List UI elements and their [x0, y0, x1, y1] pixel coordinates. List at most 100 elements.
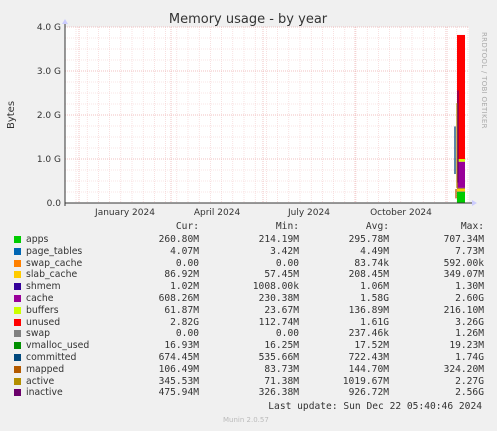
legend-row: inactive 475.94M 326.38M 926.72M 2.56G	[14, 387, 488, 399]
y-axis-label: Bytes	[6, 101, 17, 129]
col-max: Max:	[460, 221, 484, 232]
y-ticks: 0.0 1.0 G 2.0 G 3.0 G 4.0 G	[37, 23, 61, 209]
legend-min: 0.00	[275, 257, 299, 269]
legend-row: swap_cache 0.00 0.00 83.74k 592.00k	[14, 258, 488, 270]
legend-max: 2.60G	[455, 292, 484, 304]
legend-max: 1.30M	[455, 281, 484, 293]
legend-name: slab_cache	[26, 269, 78, 281]
legend-cur: 61.87M	[164, 304, 199, 316]
legend-row: cache 608.26M 230.38M 1.58G 2.60G	[14, 293, 488, 305]
col-cur: Cur:	[175, 221, 199, 232]
legend-max: 324.20M	[443, 363, 484, 375]
legend-swatch	[14, 342, 21, 350]
x-axis-arrow	[472, 200, 477, 206]
legend-name: swap_cache	[26, 257, 83, 269]
x-ticks: January 2024 April 2024 July 2024 October 2…	[94, 208, 432, 218]
legend-max: 707.34M	[443, 234, 484, 245]
legend-name: mapped	[26, 363, 65, 375]
stack-shmem	[457, 187, 465, 189]
legend-cur: 86.92M	[164, 269, 199, 281]
legend-max: 2.27G	[455, 375, 484, 387]
legend-cur: 16.93M	[164, 340, 199, 352]
legend-max: 2.56G	[455, 387, 484, 399]
legend-swatch	[14, 236, 21, 243]
legend-min: 112.74M	[258, 316, 299, 328]
legend-cur: 4.07M	[170, 245, 199, 257]
stack-apps	[457, 191, 465, 203]
legend-cur: 106.49M	[158, 363, 199, 375]
legend-row: unused 2.82G 112.74M 1.61G 3.26G	[14, 317, 488, 329]
legend-name: committed	[26, 351, 77, 363]
legend-cur: 260.80M	[158, 234, 199, 245]
legend-header: Cur: Min: Avg: Max:	[14, 221, 488, 234]
legend-avg: 136.89M	[348, 304, 389, 316]
y-tick-label: 4.0 G	[37, 23, 61, 33]
legend-min: 23.67M	[264, 304, 299, 316]
legend-avg: 83.74k	[354, 257, 389, 269]
stack-slab_cache	[457, 187, 465, 192]
legend-swatch	[14, 271, 21, 279]
legend-name: page_tables	[26, 245, 83, 257]
legend-row: page_tables 4.07M 3.42M 4.49M 7.73M	[14, 246, 488, 258]
legend-name: active	[26, 375, 55, 387]
legend-swatch	[14, 353, 21, 361]
legend-swatch	[14, 389, 21, 397]
stack-page_tables	[457, 191, 465, 193]
legend-cur: 608.26M	[158, 292, 199, 304]
legend-name: buffers	[26, 304, 59, 316]
x-tick-label: July 2024	[287, 208, 330, 218]
x-tick-label: October 2024	[370, 208, 432, 218]
legend-avg: 1.61G	[360, 316, 389, 328]
legend-min: 535.66M	[258, 351, 299, 363]
col-avg: Avg:	[365, 221, 389, 232]
legend-avg: 1.06M	[360, 281, 389, 293]
legend-swatch	[14, 283, 21, 291]
legend-row: vmalloc_used 16.93M 16.25M 17.52M 19.23M	[14, 340, 488, 352]
legend-cur: 0.00	[175, 328, 199, 340]
legend-name: cache	[26, 292, 54, 304]
y-tick-label: 1.0 G	[37, 155, 61, 165]
legend-cur: 345.53M	[158, 375, 199, 387]
legend-swatch	[14, 294, 21, 302]
legend-cur: 0.00	[175, 257, 199, 269]
legend-min: 0.00	[275, 328, 299, 340]
munin-version: Munin 2.0.57	[223, 416, 269, 424]
legend-swatch	[14, 377, 21, 385]
legend-swatch	[14, 306, 21, 314]
legend-row: swap 0.00 0.00 237.46k 1.26M	[14, 328, 488, 340]
legend-swatch	[14, 318, 21, 326]
legend-max: 3.26G	[455, 316, 484, 328]
legend-cur: 475.94M	[158, 387, 199, 399]
legend-max: 7.73M	[455, 245, 484, 257]
legend-min: 230.38M	[258, 292, 299, 304]
legend-cur: 674.45M	[158, 351, 199, 363]
legend-table: Cur: Min: Avg: Max: apps 260.80M 214.19M 29…	[14, 221, 488, 399]
legend-row: active 345.53M 71.38M 1019.67M 2.27G	[14, 376, 488, 388]
legend-min: 214.19M	[258, 234, 299, 245]
y-tick-label: 0.0	[47, 199, 62, 209]
legend-swatch	[14, 365, 21, 373]
legend-avg: 295.78M	[348, 234, 389, 245]
legend-avg: 926.72M	[348, 387, 389, 399]
y-tick-label: 2.0 G	[37, 111, 61, 121]
y-axis-arrow	[62, 19, 68, 24]
legend-max: 19.23M	[449, 340, 484, 352]
legend-avg: 144.70M	[348, 363, 389, 375]
chart-title: Memory usage - by year	[169, 12, 328, 27]
legend-max: 216.10M	[443, 304, 484, 316]
legend-max: 1.26M	[455, 328, 484, 340]
legend-avg: 4.49M	[360, 245, 389, 257]
legend-max: 1.74G	[455, 351, 484, 363]
y-tick-label: 3.0 G	[37, 67, 61, 77]
legend-name: apps	[26, 234, 49, 245]
legend-max: 349.07M	[443, 269, 484, 281]
legend-cur: 1.02M	[170, 281, 199, 293]
legend-name: shmem	[26, 281, 61, 293]
legend-swatch	[14, 330, 21, 338]
rrdtool-credit: RRDTOOL / TOBI OETIKER	[480, 32, 488, 129]
legend-row: slab_cache 86.92M 57.45M 208.45M 349.07M	[14, 269, 488, 281]
last-update: Last update: Sun Dec 22 05:40:46 2024	[268, 401, 482, 412]
x-tick-label: April 2024	[194, 208, 241, 218]
legend-min: 83.73M	[264, 363, 299, 375]
legend-row: apps 260.80M 214.19M 295.78M 707.34M	[14, 234, 488, 246]
